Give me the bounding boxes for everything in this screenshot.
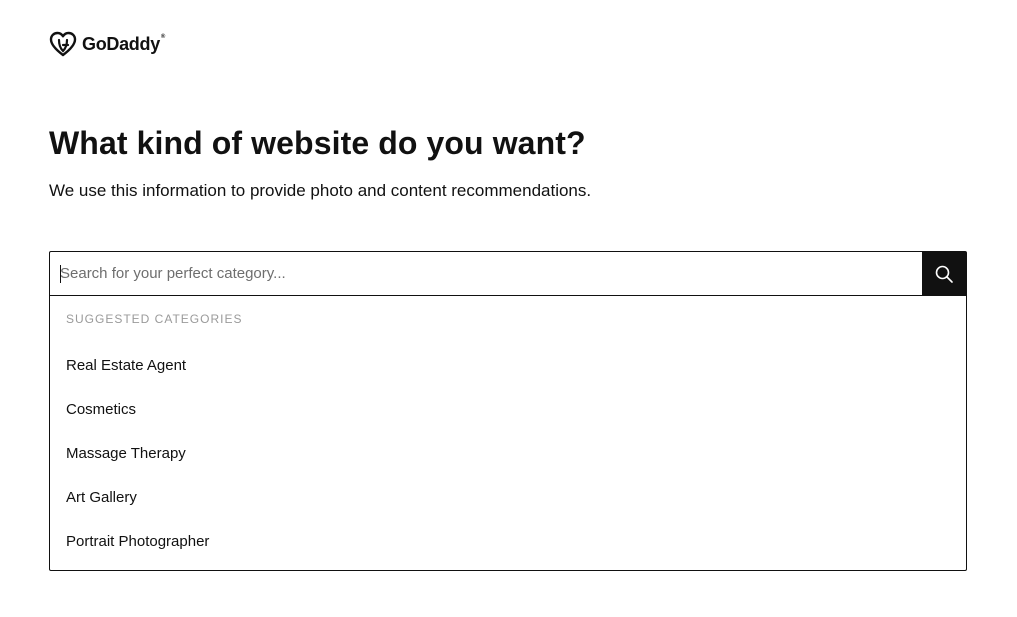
logo-wordmark: GoDaddy® bbox=[82, 34, 165, 55]
page-title: What kind of website do you want? bbox=[49, 125, 586, 161]
godaddy-logo-icon bbox=[49, 31, 77, 57]
suggestion-art-gallery[interactable]: Art Gallery bbox=[50, 476, 966, 520]
godaddy-logo[interactable]: GoDaddy® bbox=[49, 31, 165, 57]
logo-trademark: ® bbox=[160, 33, 166, 40]
suggested-categories-heading: SUGGESTED CATEGORIES bbox=[66, 312, 243, 326]
category-search-panel: SUGGESTED CATEGORIES Real Estate Agent C… bbox=[49, 251, 967, 571]
suggestion-real-estate-agent[interactable]: Real Estate Agent bbox=[50, 344, 966, 388]
suggestion-massage-therapy[interactable]: Massage Therapy bbox=[50, 432, 966, 476]
page-subtitle: We use this information to provide photo… bbox=[49, 181, 592, 200]
suggestion-portrait-photographer[interactable]: Portrait Photographer bbox=[50, 520, 966, 564]
logo-name: GoDaddy bbox=[82, 33, 160, 54]
search-icon bbox=[935, 265, 953, 283]
suggested-categories-list: Real Estate Agent Cosmetics Massage Ther… bbox=[50, 344, 966, 564]
page: GoDaddy® What kind of website do you wan… bbox=[0, 0, 1017, 617]
search-bar bbox=[50, 252, 966, 296]
category-search-input[interactable] bbox=[50, 252, 922, 295]
text-cursor bbox=[60, 265, 61, 283]
search-button[interactable] bbox=[922, 252, 966, 295]
suggestion-cosmetics[interactable]: Cosmetics bbox=[50, 388, 966, 432]
